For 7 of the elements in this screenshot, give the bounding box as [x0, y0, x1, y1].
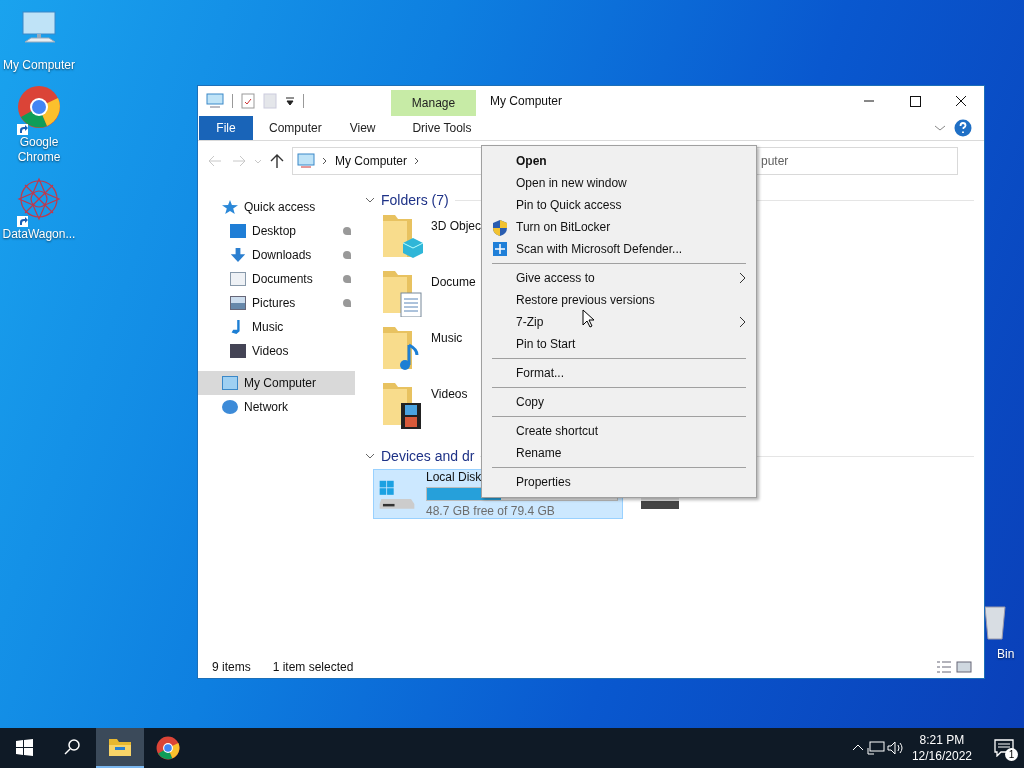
free-space-text: 48.7 GB free of 79.4 GB [426, 504, 556, 518]
notification-badge: 1 [1005, 748, 1018, 761]
item-count: 9 items [212, 660, 251, 674]
drive-label: Local Disk [426, 470, 482, 484]
selection-count: 1 item selected [272, 660, 354, 674]
window-title: My Computer [490, 94, 564, 108]
contextual-tab-group: Manage [391, 90, 476, 116]
